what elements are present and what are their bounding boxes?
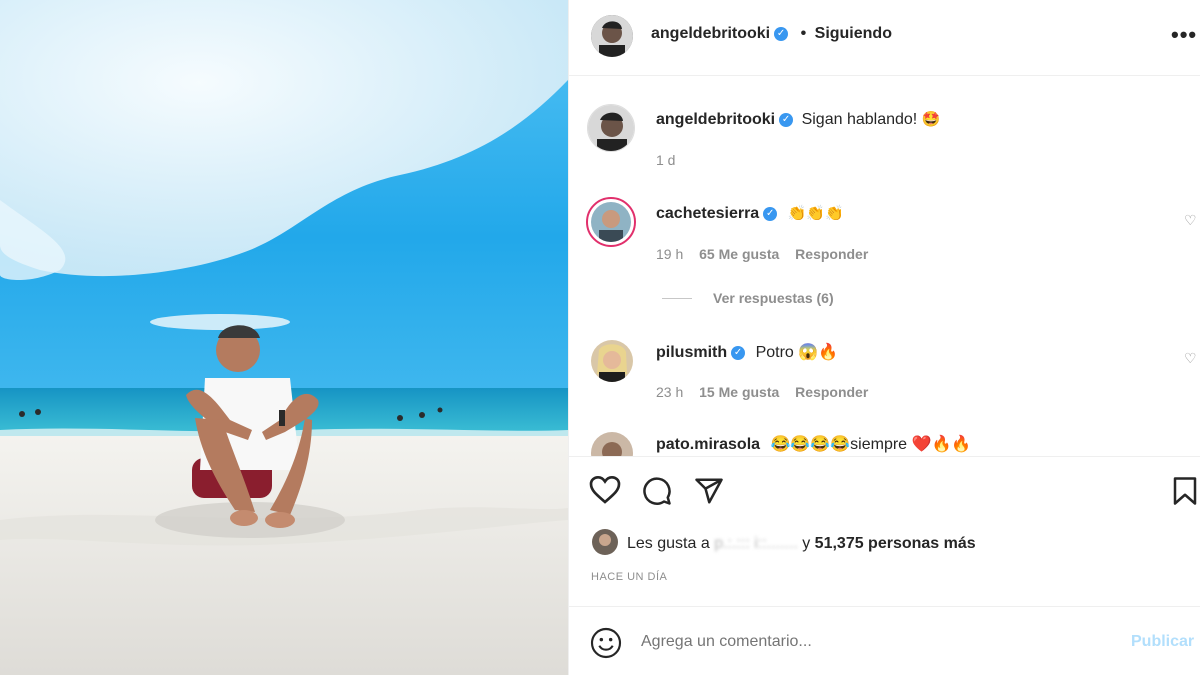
verified-icon: ✓: [779, 112, 794, 127]
verified-icon: ✓: [774, 26, 789, 41]
verified-icon: ✓: [763, 206, 778, 221]
comment-row: pilusmith ✓ Potro 😱🔥: [656, 342, 838, 362]
caption-username[interactable]: angeldebritooki: [656, 111, 775, 128]
comment-like-heart-icon[interactable]: ♡: [1184, 212, 1197, 229]
caption-time[interactable]: 1 d: [656, 152, 675, 168]
comment-time[interactable]: 23 h: [656, 384, 683, 400]
comment-input[interactable]: [641, 629, 1121, 655]
author-username[interactable]: angeldebritooki: [651, 25, 770, 42]
comment-partial-clip: pato.mirasola 😂😂😂😂siempre ❤️🔥🔥: [569, 428, 1200, 456]
send-icon[interactable]: [694, 476, 724, 511]
publish-button[interactable]: Publicar: [1131, 633, 1194, 651]
comment-icon[interactable]: [642, 476, 672, 511]
blurred-liker-name[interactable]: p.:.::: i::.......: [714, 535, 798, 553]
caption-text: Sigan hablando!: [801, 111, 918, 128]
comment-meta: 23 h 15 Me gusta Responder: [656, 384, 868, 400]
add-comment-bar: Publicar: [569, 606, 1200, 675]
comment-avatar[interactable]: [591, 340, 633, 382]
comment-avatar[interactable]: [586, 197, 636, 247]
likes-summary: Les gusta a p.:.::: i::....... y 51,375 …: [627, 535, 976, 553]
view-replies-button[interactable]: Ver respuestas (6): [713, 290, 834, 306]
comment-like-heart-icon[interactable]: ♡: [1184, 350, 1197, 367]
smiley-icon[interactable]: [590, 627, 622, 664]
caption-row: angeldebritooki ✓ Sigan hablando! 🤩: [656, 110, 940, 129]
star-struck-emoji: 🤩: [921, 111, 941, 128]
comment-avatar[interactable]: [591, 432, 633, 456]
likes-count[interactable]: 51,375 personas más: [815, 535, 976, 552]
likes-prefix: Les gusta a: [627, 535, 710, 552]
comment-likes[interactable]: 15 Me gusta: [699, 384, 779, 400]
bookmark-icon[interactable]: [1171, 476, 1199, 511]
following-button[interactable]: Siguiendo: [815, 25, 892, 42]
instagram-post-view: angeldebritooki ✓ • Siguiendo ••• angelde…: [0, 0, 1200, 675]
likes-connector: y: [802, 535, 811, 552]
comment-row: cachetesierra ✓ 👏👏👏: [656, 204, 844, 223]
comment-text: 👏👏👏: [787, 205, 844, 222]
comment-username[interactable]: cachetesierra: [656, 205, 759, 222]
post-header: angeldebritooki ✓ • Siguiendo •••: [569, 0, 1200, 76]
comment-likes[interactable]: 65 Me gusta: [699, 246, 779, 262]
post-photo[interactable]: [0, 0, 568, 675]
separator-dot: •: [800, 25, 807, 42]
comment-row: pato.mirasola 😂😂😂😂siempre ❤️🔥🔥: [656, 434, 971, 454]
post-timestamp[interactable]: HACE UN DÍA: [591, 571, 667, 583]
comment-username[interactable]: pato.mirasola: [656, 436, 760, 453]
comment-username[interactable]: pilusmith: [656, 344, 727, 361]
verified-icon: ✓: [731, 345, 746, 360]
reply-button[interactable]: Responder: [795, 384, 868, 400]
post-actions: Les gusta a p.:.::: i::....... y 51,375 …: [569, 456, 1200, 606]
comment-meta: 19 h 65 Me gusta Responder: [656, 246, 868, 262]
reply-button[interactable]: Responder: [795, 246, 868, 262]
liker-avatar[interactable]: [592, 529, 618, 555]
author-name-row: angeldebritooki ✓ • Siguiendo: [651, 25, 892, 43]
post-sidebar: angeldebritooki ✓ • Siguiendo ••• angelde…: [568, 0, 1200, 675]
caption-avatar[interactable]: [587, 104, 635, 152]
replies-divider: [662, 298, 692, 299]
comment-text: 😂😂😂😂siempre ❤️🔥🔥: [770, 436, 972, 453]
author-avatar[interactable]: [591, 15, 633, 57]
comment-text: Potro 😱🔥: [755, 344, 839, 361]
heart-icon[interactable]: [589, 475, 621, 510]
more-horizontal-icon[interactable]: •••: [1171, 22, 1197, 48]
beach-photo-image: [0, 0, 568, 675]
comment-time[interactable]: 19 h: [656, 246, 683, 262]
